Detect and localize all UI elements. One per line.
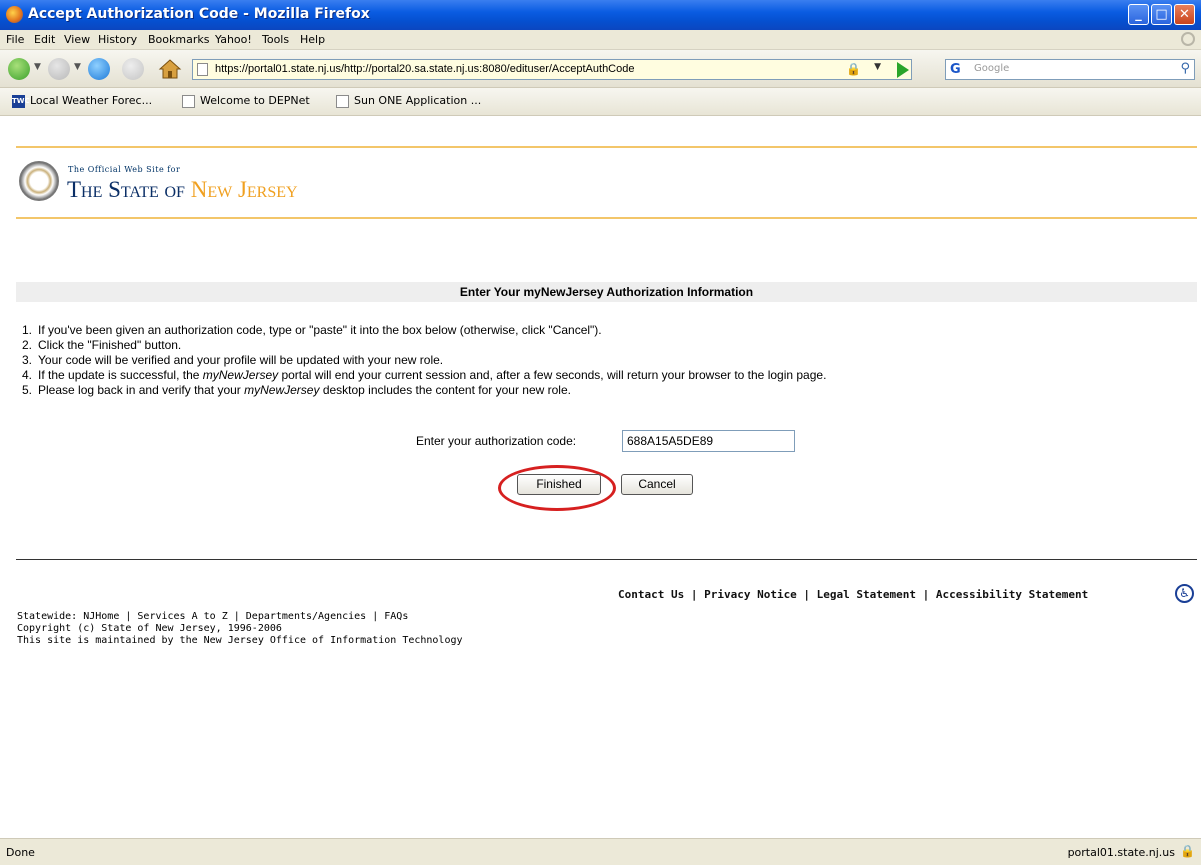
status-bar: Done portal01.state.nj.us 🔒 <box>0 838 1201 865</box>
search-box[interactable]: G Google ⚲ <box>945 59 1195 80</box>
list-item: 4. If the update is successful, the myNew… <box>22 368 826 383</box>
auth-code-label: Enter your authorization code: <box>416 434 577 448</box>
step-text-pre: If the update is successful, the <box>38 368 203 382</box>
menu-tools[interactable]: Tools <box>262 33 289 46</box>
menu-bar: File Edit View History Bookmarks Yahoo! … <box>0 30 1201 50</box>
status-host: portal01.state.nj.us <box>1067 846 1175 859</box>
footer-links[interactable]: Contact Us | Privacy Notice | Legal Stat… <box>618 588 1088 601</box>
page-icon <box>182 94 195 108</box>
window-titlebar[interactable]: Accept Authorization Code - Mozilla Fire… <box>0 0 1201 30</box>
page-icon <box>197 63 208 76</box>
list-item: 1. If you've been given an authorization … <box>22 323 826 338</box>
menu-yahoo[interactable]: Yahoo! <box>215 33 252 46</box>
state-title-name: New Jersey <box>190 177 298 202</box>
accessibility-icon[interactable]: ♿ <box>1175 584 1194 603</box>
step-text-pre: Please log back in and verify that your <box>38 383 245 397</box>
step-emphasis: myNewJersey <box>244 383 320 397</box>
step-text: If you've been given an authorization co… <box>38 323 602 337</box>
twc-icon: TWC <box>12 94 30 108</box>
bookmark-label: Local Weather Forec... <box>30 94 153 107</box>
forward-button[interactable] <box>48 58 70 80</box>
go-button[interactable] <box>897 62 909 78</box>
bookmark-label: Welcome to DEPNet <box>200 94 310 107</box>
cancel-button[interactable]: Cancel <box>621 474 693 495</box>
bookmarks-toolbar: TWCLocal Weather Forec... Welcome to DEP… <box>0 88 1201 116</box>
finished-button[interactable]: Finished <box>517 474 601 495</box>
firefox-icon <box>6 6 23 23</box>
state-title[interactable]: The State of New Jersey <box>67 177 298 203</box>
menu-view[interactable]: View <box>64 33 90 46</box>
reload-button[interactable] <box>88 58 110 80</box>
search-input[interactable]: Google <box>974 63 1009 74</box>
maintained-text: This site is maintained by the New Jerse… <box>17 635 463 646</box>
url-text: https://portal01.state.nj.us/http://port… <box>215 63 635 75</box>
page-icon <box>336 94 349 108</box>
menu-help[interactable]: Help <box>300 33 325 46</box>
bookmark-weather[interactable]: TWCLocal Weather Forec... <box>12 94 152 108</box>
menu-history[interactable]: History <box>98 33 137 46</box>
statewide-links[interactable]: Statewide: NJHome | Services A to Z | De… <box>17 611 463 623</box>
footer-info: Statewide: NJHome | Services A to Z | De… <box>17 611 463 647</box>
nj-seal-icon[interactable] <box>19 161 59 201</box>
step-number: 2. <box>22 338 33 352</box>
url-dropdown-icon[interactable]: ▼ <box>874 62 881 72</box>
bookmark-label: Sun ONE Application ... <box>354 94 482 107</box>
forward-dropdown-icon[interactable]: ▼ <box>74 62 81 72</box>
list-item: 3. Your code will be verified and your pr… <box>22 353 826 368</box>
minimize-button[interactable]: _ <box>1128 4 1149 25</box>
list-item: 2. Click the "Finished" button. <box>22 338 826 353</box>
step-number: 1. <box>22 323 33 337</box>
bookmark-depnet[interactable]: Welcome to DEPNet <box>182 94 310 108</box>
bookmark-sunone[interactable]: Sun ONE Application ... <box>336 94 481 108</box>
list-item: 5. Please log back in and verify that you… <box>22 383 826 398</box>
header-bottom-rule <box>16 217 1197 219</box>
google-icon[interactable]: G <box>950 62 961 77</box>
status-text: Done <box>6 846 35 859</box>
step-text-post: desktop includes the content for your ne… <box>319 383 571 397</box>
menu-edit[interactable]: Edit <box>34 33 55 46</box>
state-title-prefix: The State of <box>67 177 185 202</box>
header-rule <box>16 146 1197 148</box>
menu-file[interactable]: File <box>6 33 24 46</box>
step-emphasis: myNewJersey <box>202 368 279 382</box>
navigation-toolbar: ▼ ▼ https://portal01.state.nj.us/http://… <box>0 50 1201 88</box>
home-icon[interactable] <box>158 57 182 81</box>
lock-icon[interactable]: 🔒 <box>1180 844 1195 858</box>
step-text: Click the "Finished" button. <box>38 338 182 352</box>
official-site-text: The Official Web Site for <box>68 165 181 174</box>
step-text-post: portal will end your current session and… <box>278 368 827 382</box>
auth-code-input[interactable] <box>622 430 795 452</box>
throbber-icon <box>1181 32 1195 46</box>
lock-icon[interactable]: 🔒 <box>846 62 861 76</box>
url-bar[interactable]: https://portal01.state.nj.us/http://port… <box>192 59 912 80</box>
section-heading: Enter Your myNewJersey Authorization Inf… <box>16 282 1197 302</box>
step-number: 5. <box>22 383 33 397</box>
maximize-button[interactable]: □ <box>1151 4 1172 25</box>
step-number: 3. <box>22 353 33 367</box>
instruction-list: 1. If you've been given an authorization … <box>22 323 826 398</box>
page-title: Enter Your myNewJersey Authorization Inf… <box>459 285 754 299</box>
search-icon[interactable]: ⚲ <box>1180 61 1190 76</box>
window-title: Accept Authorization Code - Mozilla Fire… <box>28 6 370 22</box>
stop-button[interactable] <box>122 58 144 80</box>
copyright-text: Copyright (c) State of New Jersey, 1996-… <box>17 623 282 634</box>
back-button[interactable] <box>8 58 30 80</box>
back-dropdown-icon[interactable]: ▼ <box>34 62 41 72</box>
footer-rule <box>16 559 1197 560</box>
page-content: The Official Web Site for The State of N… <box>0 116 1201 838</box>
close-button[interactable]: ✕ <box>1174 4 1195 25</box>
step-number: 4. <box>22 368 33 382</box>
step-text: Your code will be verified and your prof… <box>38 353 444 367</box>
menu-bookmarks[interactable]: Bookmarks <box>148 33 209 46</box>
